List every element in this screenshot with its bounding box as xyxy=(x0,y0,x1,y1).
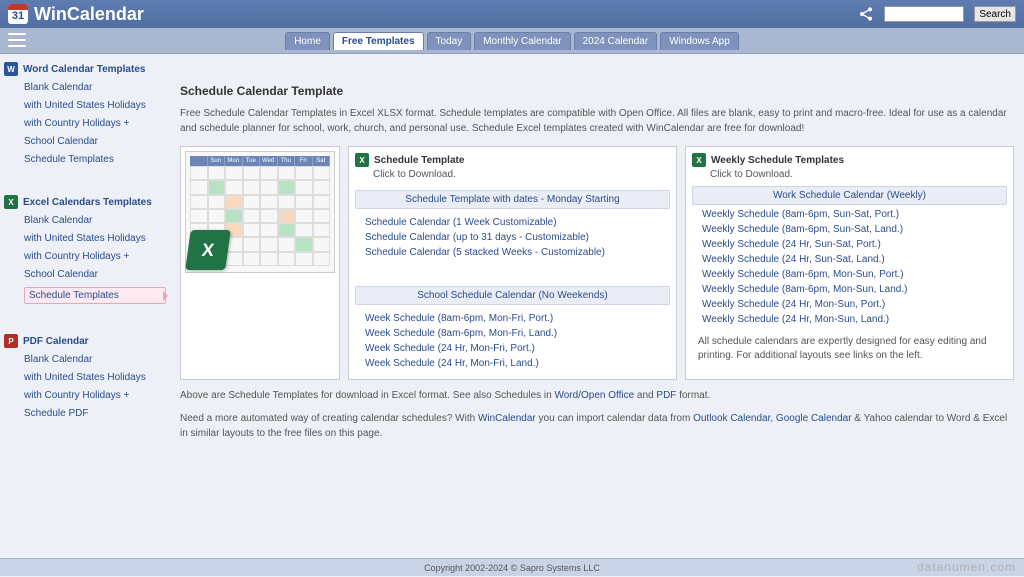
mid-heading: Schedule Template xyxy=(374,155,464,166)
tab-2024-calendar[interactable]: 2024 Calendar xyxy=(574,32,658,50)
download-link[interactable]: Weekly Schedule (8am-6pm, Sun-Sat, Land.… xyxy=(702,224,997,235)
sidebar-item[interactable]: Blank Calendar xyxy=(24,215,166,226)
sidebar-item[interactable]: School Calendar xyxy=(24,269,166,280)
download-link[interactable]: Week Schedule (8am-6pm, Mon-Fri, Port.) xyxy=(365,313,660,324)
sidebar-item[interactable]: Schedule Templates xyxy=(24,287,166,304)
footer: Copyright 2002-2024 © Sapro Systems LLC xyxy=(0,558,1024,576)
right-note: All schedule calendars are expertly desi… xyxy=(698,335,1001,363)
search-input[interactable] xyxy=(884,6,964,22)
right-heading: Weekly Schedule Templates xyxy=(711,155,844,166)
mid-group1-title: Schedule Template with dates - Monday St… xyxy=(355,190,670,209)
tab-free-templates[interactable]: Free Templates xyxy=(333,32,424,50)
sidebar-item[interactable]: with Country Holidays + xyxy=(24,118,166,129)
share-icon[interactable] xyxy=(858,6,874,22)
sidebar-item[interactable]: with United States Holidays xyxy=(24,100,166,111)
sidebar-item[interactable]: with United States Holidays xyxy=(24,233,166,244)
download-link[interactable]: Weekly Schedule (24 Hr, Mon-Sun, Port.) xyxy=(702,299,997,310)
right-sub: Click to Download. xyxy=(710,169,1007,180)
download-link[interactable]: Schedule Calendar (5 stacked Weeks - Cus… xyxy=(365,247,660,258)
sidebar-head-word[interactable]: WWord Calendar Templates xyxy=(4,62,166,76)
right-column: X Weekly Schedule Templates Click to Down… xyxy=(685,146,1014,380)
link-google[interactable]: Google Calendar xyxy=(776,413,852,424)
watermark: datanumen.com xyxy=(917,560,1016,574)
download-link[interactable]: Schedule Calendar (1 Week Customizable) xyxy=(365,217,660,228)
search-button[interactable]: Search xyxy=(974,6,1016,22)
bottom-text-1: Above are Schedule Templates for downloa… xyxy=(180,388,1014,403)
mid-column: X Schedule Template Click to Download. Sc… xyxy=(348,146,677,380)
site-title: WinCalendar xyxy=(34,4,144,25)
download-link[interactable]: Schedule Calendar (up to 31 days - Custo… xyxy=(365,232,660,243)
word-icon: W xyxy=(4,62,18,76)
download-link[interactable]: Week Schedule (24 Hr, Mon-Fri, Land.) xyxy=(365,358,660,369)
right-group-title: Work Schedule Calendar (Weekly) xyxy=(692,186,1007,205)
sidebar-item[interactable]: Schedule PDF xyxy=(24,408,166,419)
link-word[interactable]: Word/Open Office xyxy=(554,390,634,401)
main-content: Schedule Calendar Template Free Schedule… xyxy=(170,54,1024,457)
pdf-icon: P xyxy=(4,334,18,348)
link-pdf[interactable]: PDF xyxy=(656,390,676,401)
mid-sub: Click to Download. xyxy=(373,169,670,180)
sidebar-item[interactable]: Blank Calendar xyxy=(24,82,166,93)
download-link[interactable]: Weekly Schedule (8am-6pm, Mon-Sun, Port.… xyxy=(702,269,997,280)
sidebar-item[interactable]: with Country Holidays + xyxy=(24,390,166,401)
download-link[interactable]: Weekly Schedule (24 Hr, Sun-Sat, Land.) xyxy=(702,254,997,265)
sidebar-head-pdf[interactable]: PPDF Calendar xyxy=(4,334,166,348)
tab-windows-app[interactable]: Windows App xyxy=(660,32,739,50)
sidebar-item[interactable]: Schedule Templates xyxy=(24,154,166,165)
link-wincalendar[interactable]: WinCalendar xyxy=(478,413,536,424)
tab-monthly-calendar[interactable]: Monthly Calendar xyxy=(474,32,570,50)
sidebar-item[interactable]: with Country Holidays + xyxy=(24,251,166,262)
download-link[interactable]: Weekly Schedule (24 Hr, Sun-Sat, Port.) xyxy=(702,239,997,250)
sidebar-head-excel[interactable]: XExcel Calendars Templates xyxy=(4,195,166,209)
excel-icon: X xyxy=(355,153,369,167)
hamburger-icon[interactable] xyxy=(8,33,26,47)
nav-bar: HomeFree TemplatesTodayMonthly Calendar2… xyxy=(0,28,1024,54)
intro-text: Free Schedule Calendar Templates in Exce… xyxy=(180,106,1014,136)
excel-icon: X xyxy=(185,230,231,270)
tab-home[interactable]: Home xyxy=(285,32,330,50)
sidebar-item[interactable]: Blank Calendar xyxy=(24,354,166,365)
sidebar-item[interactable]: School Calendar xyxy=(24,136,166,147)
download-link[interactable]: Weekly Schedule (8am-6pm, Mon-Sun, Land.… xyxy=(702,284,997,295)
download-link[interactable]: Weekly Schedule (24 Hr, Mon-Sun, Land.) xyxy=(702,314,997,325)
excel-icon: X xyxy=(4,195,18,209)
preview-column: SunMonTueWedThuFriSat X xyxy=(180,146,340,380)
tab-today[interactable]: Today xyxy=(427,32,472,50)
excel-icon: X xyxy=(692,153,706,167)
template-thumbnail: SunMonTueWedThuFriSat X xyxy=(185,151,335,273)
link-outlook[interactable]: Outlook Calendar xyxy=(693,413,770,424)
download-link[interactable]: Week Schedule (24 Hr, Mon-Fri, Port.) xyxy=(365,343,660,354)
top-bar: 31 WinCalendar Search xyxy=(0,0,1024,28)
page-title: Schedule Calendar Template xyxy=(180,84,1014,98)
sidebar-item[interactable]: with United States Holidays xyxy=(24,372,166,383)
sidebar: WWord Calendar Templates Blank Calendar wi… xyxy=(0,54,170,457)
download-link[interactable]: Weekly Schedule (8am-6pm, Sun-Sat, Port.… xyxy=(702,209,997,220)
logo-icon: 31 xyxy=(8,4,28,24)
mid-group2-title: School Schedule Calendar (No Weekends) xyxy=(355,286,670,305)
download-link[interactable]: Week Schedule (8am-6pm, Mon-Fri, Land.) xyxy=(365,328,660,339)
bottom-text-2: Need a more automated way of creating ca… xyxy=(180,411,1014,441)
